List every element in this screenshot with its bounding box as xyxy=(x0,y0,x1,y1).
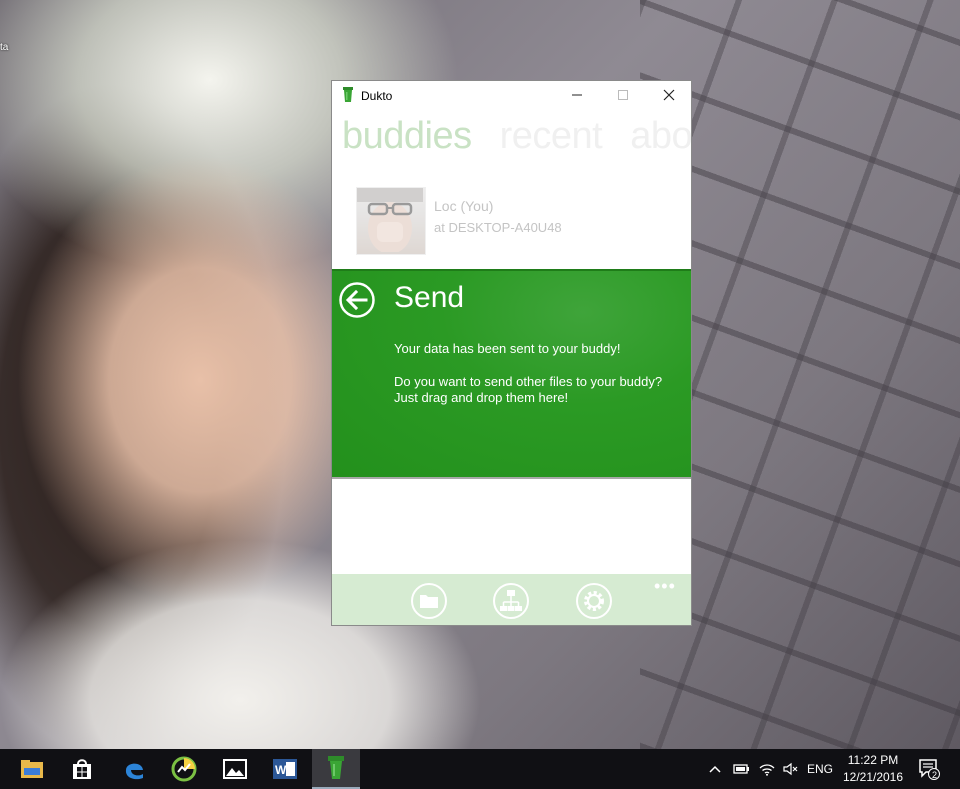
window-title: Dukto xyxy=(361,89,393,103)
tab-buddies[interactable]: buddies xyxy=(342,115,472,157)
clock-date: 12/21/2016 xyxy=(842,770,904,784)
back-arrow-icon[interactable] xyxy=(338,281,376,319)
taskbar-store[interactable] xyxy=(58,749,106,789)
maximize-icon xyxy=(618,90,628,100)
dukto-window: Dukto buddies recent about Loc (You) at DE… xyxy=(331,80,692,626)
settings-icon[interactable] xyxy=(575,582,613,620)
minimize-button[interactable] xyxy=(554,81,600,109)
store-icon xyxy=(73,759,91,779)
taskbar-clock[interactable]: 11:22 PM 12/21/2016 xyxy=(838,752,908,786)
tab-strip: buddies recent about xyxy=(342,115,691,158)
action-center-button[interactable]: 2 xyxy=(914,749,944,789)
avatar xyxy=(356,187,426,255)
dukto-icon xyxy=(328,756,344,779)
send-status-message: Your data has been sent to your buddy! xyxy=(394,341,621,356)
send-panel[interactable]: Send Your data has been sent to your bud… xyxy=(332,269,691,479)
close-icon xyxy=(663,89,675,101)
taskbar-dukto[interactable] xyxy=(312,749,360,789)
buddy-list-item[interactable]: Loc (You) at DESKTOP-A40U48 xyxy=(356,187,676,257)
wifi-icon xyxy=(759,764,775,776)
bottom-toolbar: ••• xyxy=(332,574,691,625)
photos-icon xyxy=(223,759,247,779)
volume-muted-icon xyxy=(783,762,798,776)
send-title: Send xyxy=(394,281,465,314)
buddy-host: at DESKTOP-A40U48 xyxy=(434,220,562,235)
desktop-icon-label[interactable]: ta xyxy=(0,42,8,53)
taskbar-chart-app[interactable] xyxy=(160,749,208,789)
taskbar-word[interactable]: W xyxy=(261,749,309,789)
minimize-icon xyxy=(572,94,582,96)
clock-time: 11:22 PM xyxy=(847,753,899,767)
edge-icon xyxy=(125,763,143,780)
chart-app-icon xyxy=(171,756,197,782)
dukto-app-icon xyxy=(343,87,353,102)
close-button[interactable] xyxy=(646,81,691,109)
file-explorer-icon xyxy=(21,760,43,778)
tray-language[interactable]: ENG xyxy=(804,749,836,789)
taskbar: W ENG 11:22 PM 12/21/2016 2 xyxy=(0,749,960,789)
battery-icon xyxy=(733,764,749,774)
taskbar-photos[interactable] xyxy=(211,749,259,789)
maximize-button[interactable] xyxy=(600,81,646,109)
tray-wifi[interactable] xyxy=(756,749,778,789)
more-options-button[interactable]: ••• xyxy=(654,576,676,597)
tray-overflow-button[interactable] xyxy=(706,749,724,789)
tab-recent[interactable]: recent xyxy=(500,115,603,157)
tray-volume[interactable] xyxy=(780,749,802,789)
taskbar-file-explorer[interactable] xyxy=(8,749,56,789)
taskbar-edge[interactable] xyxy=(110,749,158,789)
svg-text:W: W xyxy=(275,763,287,777)
title-bar[interactable]: Dukto xyxy=(332,81,691,109)
word-icon: W xyxy=(273,759,297,779)
tab-about[interactable]: about xyxy=(630,115,691,157)
chevron-up-icon xyxy=(709,765,721,773)
network-icon[interactable] xyxy=(492,582,530,620)
tray-battery[interactable] xyxy=(730,749,752,789)
send-hint-message: Do you want to send other files to your … xyxy=(394,374,663,405)
folder-icon[interactable] xyxy=(410,582,448,620)
buddy-name: Loc (You) xyxy=(434,198,494,214)
notification-count: 2 xyxy=(932,770,938,780)
avatar-photo xyxy=(357,188,423,254)
